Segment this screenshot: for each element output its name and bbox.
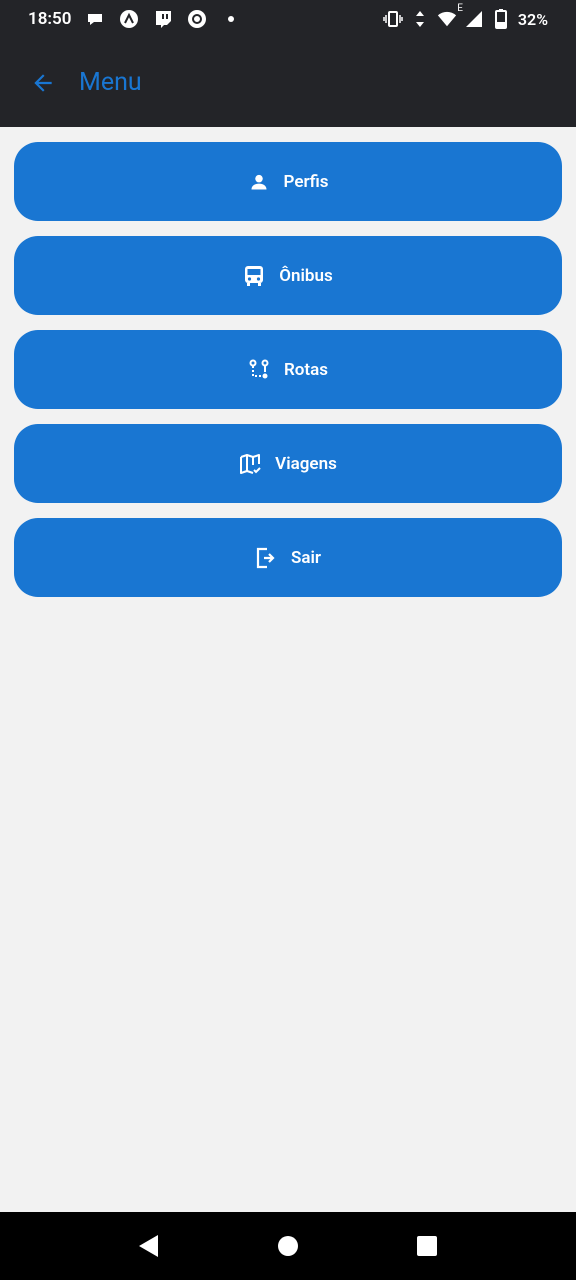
back-button[interactable]	[28, 68, 58, 98]
menu-item-label: Sair	[290, 547, 322, 568]
status-right: E 32%	[383, 3, 548, 29]
page-title: Menu	[79, 68, 142, 97]
menu-item-label: Ônibus	[279, 265, 333, 286]
map-check-icon	[239, 453, 261, 475]
menu-item-label: Viagens	[275, 453, 337, 474]
twitch-icon	[153, 9, 173, 29]
home-circle-icon[interactable]	[268, 1226, 308, 1266]
signal-icon	[464, 9, 484, 29]
onibus-button[interactable]: Ônibus	[14, 236, 562, 315]
route-icon	[248, 359, 270, 381]
battery-icon	[491, 9, 511, 29]
arrow-left-icon	[34, 73, 52, 92]
dot-icon	[221, 9, 241, 29]
bus-icon	[243, 265, 265, 287]
camera-circle-icon	[187, 9, 207, 29]
back-triangle-icon[interactable]	[129, 1226, 169, 1266]
vibrate-icon	[383, 9, 403, 29]
system-nav-bar	[0, 1212, 576, 1280]
arrow-circle-icon	[119, 9, 139, 29]
sair-button[interactable]: Sair	[14, 518, 562, 597]
status-bar: 18:50 E 32%	[0, 0, 576, 38]
chat-bubble-icon	[85, 9, 105, 29]
network-type-label: E	[457, 3, 463, 14]
app-bar: Menu	[0, 38, 576, 127]
data-arrows-icon	[410, 9, 430, 29]
clock: 18:50	[28, 9, 72, 29]
perfis-button[interactable]: Perfis	[14, 142, 562, 221]
wifi-icon: E	[437, 3, 463, 29]
status-left: 18:50	[28, 9, 241, 29]
logout-icon	[255, 547, 277, 569]
rotas-button[interactable]: Rotas	[14, 330, 562, 409]
menu-item-label: Rotas	[283, 359, 328, 380]
recents-square-icon[interactable]	[407, 1226, 447, 1266]
menu-list: Perfis Ônibus Rotas Viagens Sair	[14, 142, 562, 612]
battery-percent: 32%	[517, 9, 548, 29]
viagens-button[interactable]: Viagens	[14, 424, 562, 503]
person-icon	[248, 171, 270, 193]
menu-item-label: Perfis	[283, 171, 329, 192]
